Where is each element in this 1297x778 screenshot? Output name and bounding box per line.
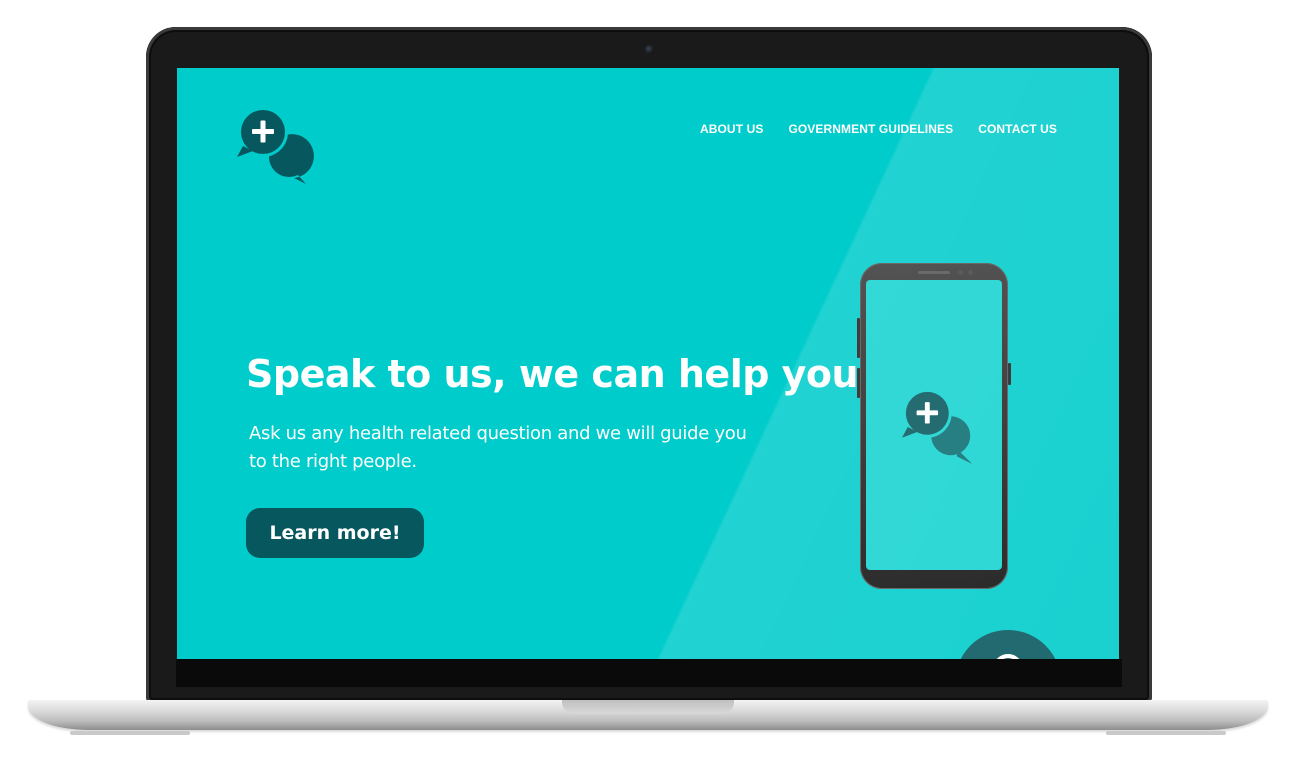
chat-floating-button[interactable] (955, 630, 1061, 659)
nav-link-about-us[interactable]: ABOUT US (700, 122, 763, 136)
nav-link-government-guidelines[interactable]: GOVERNMENT GUIDELINES (788, 122, 953, 136)
hero-subtext: Ask us any health related question and w… (249, 423, 747, 472)
phone-screen (866, 280, 1002, 570)
chat-plus-icon (901, 388, 973, 465)
laptop-bezel-bottom (176, 659, 1122, 687)
laptop-hinge-notch (562, 700, 734, 714)
chat-icon (993, 654, 1023, 659)
phone-bixby-button (857, 368, 860, 398)
chat-plus-icon[interactable] (235, 104, 317, 186)
hero-headline: Speak to us, we can help you (246, 352, 859, 396)
nav-link-contact-us[interactable]: CONTACT US (978, 122, 1057, 136)
learn-more-button[interactable]: Learn more! (246, 508, 424, 558)
phone-front-camera (968, 270, 973, 275)
laptop-mockup: ABOUT US GOVERNMENT GUIDELINES CONTACT U… (0, 0, 1297, 778)
laptop-foot-left (70, 731, 190, 735)
phone-mockup (857, 263, 1011, 589)
laptop-foot-right (1106, 731, 1226, 735)
main-nav: ABOUT US GOVERNMENT GUIDELINES CONTACT U… (700, 122, 1057, 136)
phone-sensor (958, 270, 963, 275)
camera-icon (645, 45, 654, 54)
phone-speaker (918, 271, 950, 274)
website-screen: ABOUT US GOVERNMENT GUIDELINES CONTACT U… (177, 68, 1119, 659)
phone-power-button (1008, 363, 1011, 385)
phone-volume-button (857, 318, 860, 358)
